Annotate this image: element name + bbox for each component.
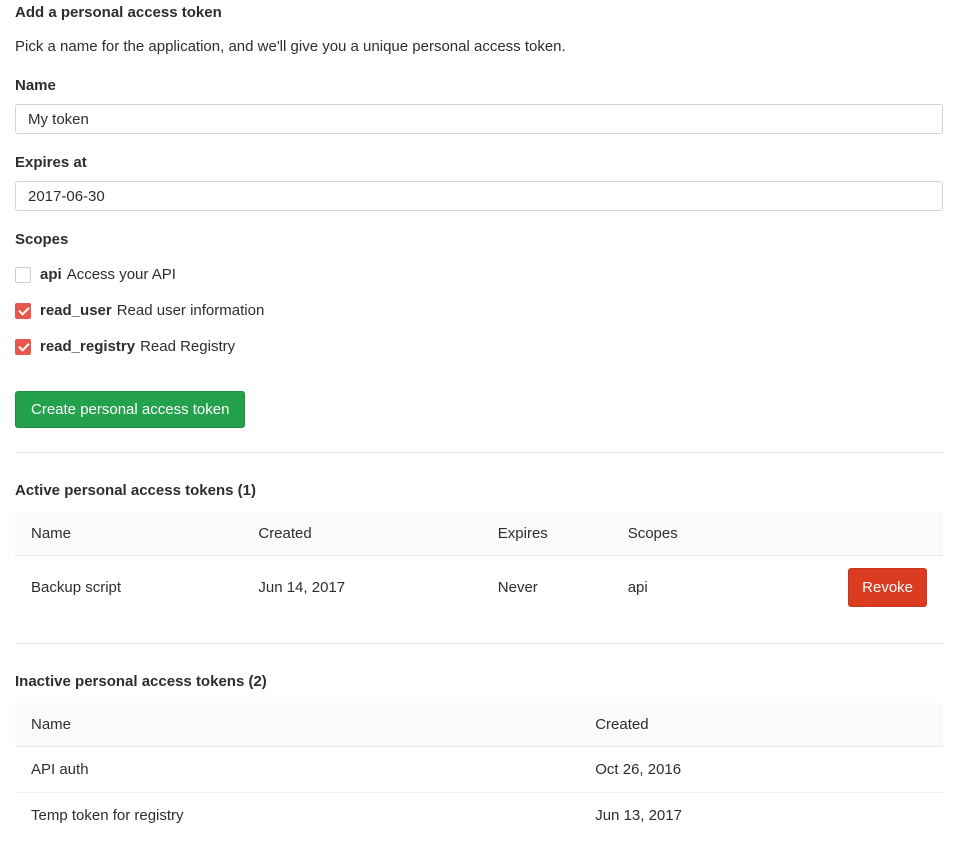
form-description: Pick a name for the application, and we'… [15, 36, 943, 57]
column-header-created: Created [242, 512, 481, 556]
column-header-created: Created [579, 703, 943, 747]
token-row: Backup script Jun 14, 2017 Never api Rev… [15, 556, 943, 620]
scope-description: Read Registry [140, 336, 235, 357]
add-token-form: Add a personal access token Pick a name … [15, 2, 943, 428]
token-expires-cell: Never [482, 556, 612, 620]
inactive-tokens-table: Name Created API auth Oct 26, 2016 Temp … [15, 703, 943, 838]
column-header-actions [792, 512, 943, 556]
token-created-cell: Oct 26, 2016 [579, 747, 943, 793]
scopes-list: api Access your API read_user Read user … [15, 264, 943, 357]
column-header-scopes: Scopes [612, 512, 792, 556]
token-scopes-cell: api [612, 556, 792, 620]
revoke-button[interactable]: Revoke [848, 568, 927, 607]
scope-row-read-registry: read_registry Read Registry [15, 336, 943, 357]
column-header-expires: Expires [482, 512, 612, 556]
scope-row-read-user: read_user Read user information [15, 300, 943, 321]
name-label: Name [15, 75, 943, 96]
token-created-cell: Jun 14, 2017 [242, 556, 481, 620]
scope-name: api [40, 264, 62, 285]
active-tokens-heading: Active personal access tokens (1) [15, 480, 943, 501]
expires-input[interactable] [15, 181, 943, 211]
column-header-name: Name [15, 512, 242, 556]
scope-row-api: api Access your API [15, 264, 943, 285]
scopes-label: Scopes [15, 229, 943, 250]
add-token-heading: Add a personal access token [15, 2, 943, 23]
section-divider [15, 452, 943, 453]
inactive-tokens-section: Inactive personal access tokens (2) Name… [15, 671, 943, 838]
scope-description: Read user information [117, 300, 265, 321]
scope-name: read_registry [40, 336, 135, 357]
token-actions-cell: Revoke [792, 556, 943, 620]
name-input[interactable] [15, 104, 943, 134]
column-header-name: Name [15, 703, 579, 747]
active-tokens-section: Active personal access tokens (1) Name C… [15, 480, 943, 619]
token-name-cell: API auth [15, 747, 579, 793]
token-settings-page: Add a personal access token Pick a name … [0, 0, 959, 868]
active-table-header-row: Name Created Expires Scopes [15, 512, 943, 556]
section-divider [15, 643, 943, 644]
token-row: Temp token for registry Jun 13, 2017 [15, 793, 943, 839]
inactive-table-header-row: Name Created [15, 703, 943, 747]
token-name-cell: Temp token for registry [15, 793, 579, 839]
create-token-button[interactable]: Create personal access token [15, 391, 245, 428]
token-row: API auth Oct 26, 2016 [15, 747, 943, 793]
scope-name: read_user [40, 300, 112, 321]
expires-label: Expires at [15, 152, 943, 173]
token-created-cell: Jun 13, 2017 [579, 793, 943, 839]
scope-checkbox-read-registry[interactable] [15, 339, 31, 355]
token-name-cell: Backup script [15, 556, 242, 620]
scope-checkbox-read-user[interactable] [15, 303, 31, 319]
inactive-tokens-heading: Inactive personal access tokens (2) [15, 671, 943, 692]
scope-checkbox-api[interactable] [15, 267, 31, 283]
scope-description: Access your API [67, 264, 176, 285]
active-tokens-table: Name Created Expires Scopes Backup scrip… [15, 512, 943, 619]
